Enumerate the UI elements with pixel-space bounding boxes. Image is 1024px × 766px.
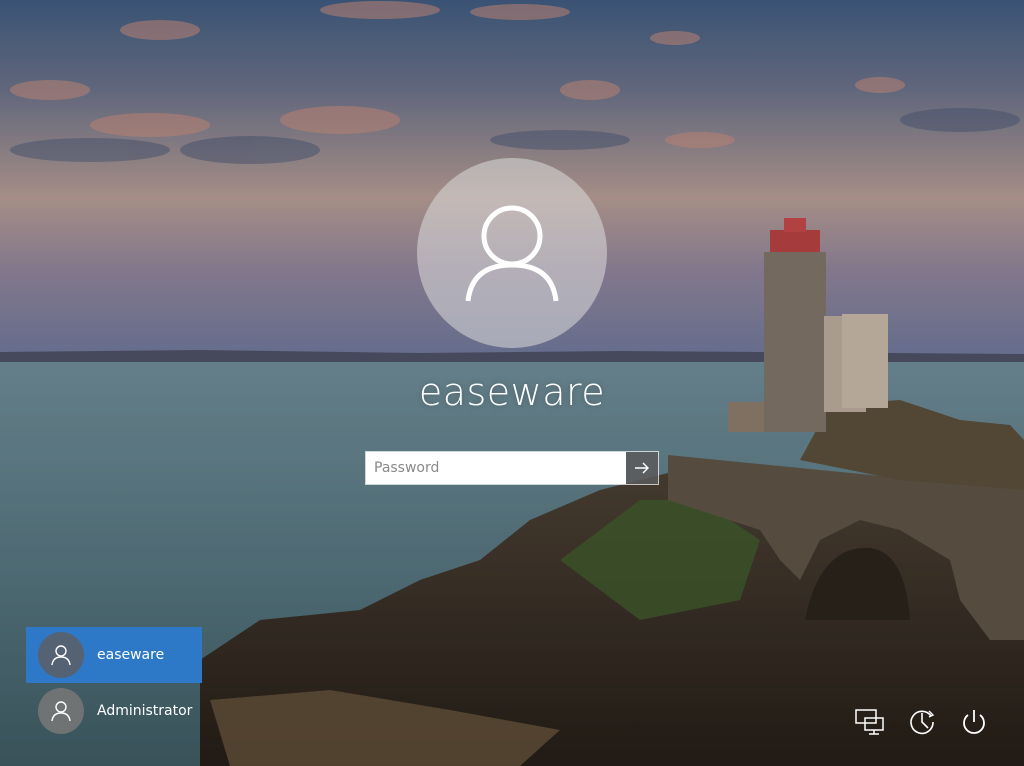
system-tray — [854, 706, 990, 738]
user-list-item-easeware[interactable]: easeware — [26, 627, 202, 683]
user-list-item-label: Administrator — [97, 703, 193, 719]
power-button[interactable] — [958, 706, 990, 738]
user-icon — [465, 205, 559, 302]
username-label: easeware — [418, 370, 606, 414]
arrow-right-icon — [635, 462, 649, 474]
power-icon — [963, 710, 985, 734]
submit-button[interactable] — [626, 452, 658, 484]
network-button[interactable] — [854, 706, 886, 738]
password-input[interactable] — [366, 452, 626, 484]
user-list-item-label: easeware — [97, 647, 165, 663]
user-avatar-small — [38, 688, 84, 734]
ease-of-access-icon — [910, 710, 935, 735]
user-avatar-large — [417, 158, 607, 348]
password-box — [365, 451, 659, 485]
user-icon — [51, 645, 71, 666]
user-icon — [51, 701, 71, 722]
user-list: easeware Administrator — [26, 627, 202, 739]
user-avatar-small — [38, 632, 84, 678]
ease-of-access-button[interactable] — [906, 706, 938, 738]
user-list-item-administrator[interactable]: Administrator — [26, 683, 202, 739]
network-icon — [855, 709, 884, 735]
